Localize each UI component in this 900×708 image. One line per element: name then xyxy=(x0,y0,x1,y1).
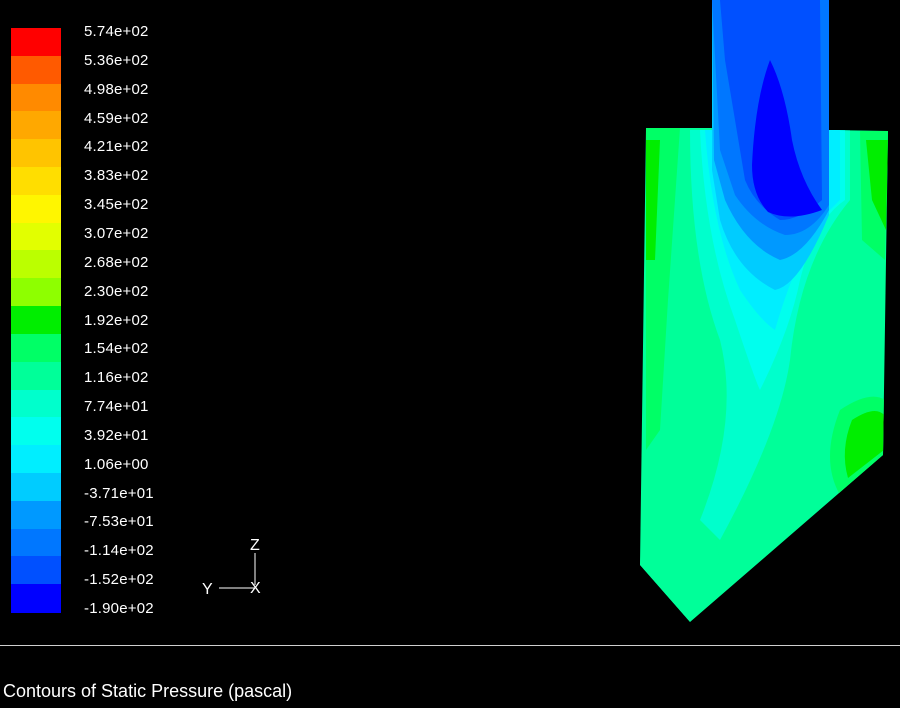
colorbar-swatch xyxy=(11,389,61,418)
colorbar-swatch xyxy=(11,528,61,557)
colorbar xyxy=(11,28,61,613)
colorbar-label: -1.90e+02 xyxy=(84,600,154,617)
colorbar-label: 3.07e+02 xyxy=(84,224,149,242)
colorbar-label: 3.92e+01 xyxy=(84,426,149,444)
axis-z-label: Z xyxy=(250,537,260,554)
colorbar-label: -3.71e+01 xyxy=(84,484,154,502)
colorbar-label: 3.83e+02 xyxy=(84,167,149,185)
colorbar-swatch xyxy=(11,167,61,196)
colorbar-swatch xyxy=(11,83,61,113)
colorbar-label: 1.92e+02 xyxy=(84,311,149,329)
colorbar-swatch xyxy=(11,500,61,530)
axis-y-label: Y xyxy=(202,581,213,598)
colorbar-label: 2.30e+02 xyxy=(84,282,149,300)
colorbar-swatch xyxy=(11,278,61,307)
colorbar-swatch xyxy=(11,250,61,279)
divider xyxy=(0,645,900,646)
colorbar-swatch xyxy=(11,111,61,140)
colorbar-label: 1.16e+02 xyxy=(84,369,149,387)
colorbar-label: 5.36e+02 xyxy=(84,51,149,69)
colorbar-swatch xyxy=(11,361,61,391)
colorbar-label: -1.52e+02 xyxy=(84,571,154,589)
colorbar-swatch xyxy=(11,55,61,85)
colorbar-swatch xyxy=(11,556,61,585)
colorbar-label: 7.74e+01 xyxy=(84,398,149,416)
colorbar-label: 3.45e+02 xyxy=(84,196,149,214)
colorbar-label: 4.21e+02 xyxy=(84,138,149,156)
plot-caption: Contours of Static Pressure (pascal) xyxy=(3,681,293,701)
colorbar-swatch xyxy=(11,584,61,613)
colorbar-label: 5.74e+02 xyxy=(84,23,149,40)
colorbar-label: -7.53e+01 xyxy=(84,513,154,531)
colorbar-label: 4.98e+02 xyxy=(84,80,149,98)
colorbar-label: 4.59e+02 xyxy=(84,109,149,127)
colorbar-label: 2.68e+02 xyxy=(84,253,149,271)
colorbar-swatch xyxy=(11,445,61,474)
colorbar-swatch xyxy=(11,417,61,446)
pressure-contour-plot xyxy=(640,0,888,622)
axes-triad: Z Y X xyxy=(195,535,275,605)
colorbar-swatch xyxy=(11,333,61,363)
graphics-viewport[interactable]: 5.74e+02 5.36e+02 4.98e+02 4.59e+02 4.21e+02… xyxy=(0,0,900,645)
colorbar-swatch xyxy=(11,472,61,502)
axis-x-label: X xyxy=(250,580,261,597)
colorbar-swatch xyxy=(11,28,61,57)
colorbar-label: 1.54e+02 xyxy=(84,340,149,358)
colorbar-label: 1.06e+00 xyxy=(84,455,149,473)
colorbar-label: -1.14e+02 xyxy=(84,542,154,560)
colorbar-swatch xyxy=(11,139,61,168)
colorbar-swatch xyxy=(11,306,61,335)
colorbar-swatch xyxy=(11,222,61,252)
colorbar-swatch xyxy=(11,194,61,224)
